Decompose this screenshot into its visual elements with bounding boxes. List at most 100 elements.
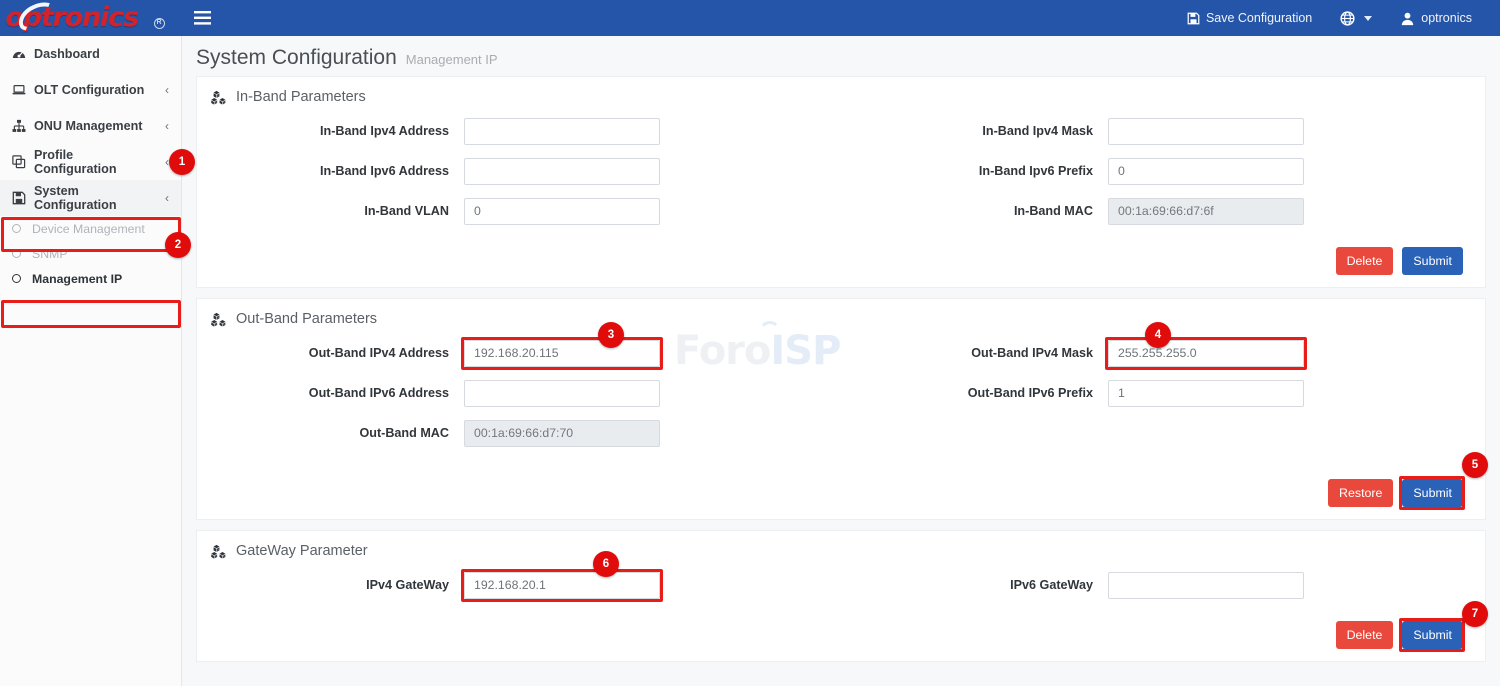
sidebar-item-profile-configuration[interactable]: Profile Configuration ‹ — [0, 144, 181, 180]
sidebar-item-label: Dashboard — [34, 47, 163, 61]
field-in-band-ipv4-address: In-Band Ipv4 Address — [197, 118, 841, 145]
gateway-delete-button[interactable]: Delete — [1336, 621, 1394, 649]
laptop-icon — [12, 83, 34, 97]
field-label: Out-Band IPv6 Address — [197, 386, 464, 400]
field-label: In-Band VLAN — [197, 204, 464, 218]
sidebar-item-system-configuration[interactable]: System Configuration ‹ — [0, 180, 181, 216]
out-band-submit-button[interactable]: Submit — [1402, 479, 1463, 507]
in-band-button-row: Delete Submit — [197, 231, 1485, 289]
out-band-ipv4-mask-input[interactable] — [1108, 340, 1304, 367]
in-band-section-label: In-Band Parameters — [236, 89, 366, 105]
page-subtitle: Management IP — [406, 52, 498, 67]
in-band-section-title: In-Band Parameters — [197, 77, 1485, 111]
circle-bullet-icon — [12, 249, 32, 258]
in-band-ipv6-address-input[interactable] — [464, 158, 660, 185]
sitemap-icon — [12, 119, 34, 133]
out-band-parameters-card: Out-Band Parameters Out-Band IPv4 Addres… — [196, 298, 1486, 520]
out-band-ipv4-address-input[interactable] — [464, 340, 660, 367]
sidebar-subitem-label: SNMP — [32, 247, 68, 261]
gateway-section-label: GateWay Parameter — [236, 543, 368, 559]
gateway-submit-button[interactable]: Submit — [1402, 621, 1463, 649]
sidebar-subitem-snmp[interactable]: SNMP — [0, 241, 181, 266]
annotation-badge-4: 4 — [1145, 322, 1171, 348]
form-row: Out-Band MAC — [197, 413, 1485, 453]
dashboard-icon — [12, 47, 34, 61]
field-ipv6-gateway: IPv6 GateWay — [841, 572, 1485, 599]
out-band-ipv6-prefix-input[interactable] — [1108, 380, 1304, 407]
field-out-band-ipv4-address: Out-Band IPv4 Address — [197, 340, 841, 367]
form-row: IPv4 GateWay IPv6 GateWay — [197, 565, 1485, 605]
form-row: In-Band Ipv6 Address In-Band Ipv6 Prefix — [197, 151, 1485, 191]
in-band-ipv4-mask-input[interactable] — [1108, 118, 1304, 145]
in-band-submit-button[interactable]: Submit — [1402, 247, 1463, 275]
sidebar-item-label: System Configuration — [34, 184, 159, 212]
cubes-icon — [211, 90, 227, 105]
out-band-restore-button[interactable]: Restore — [1328, 479, 1393, 507]
field-label: In-Band Ipv4 Address — [197, 124, 464, 138]
field-in-band-mac: In-Band MAC — [841, 198, 1485, 225]
in-band-parameters-card: In-Band Parameters In-Band Ipv4 Address … — [196, 76, 1486, 288]
chevron-left-icon: ‹ — [165, 119, 169, 133]
clone-icon — [12, 155, 34, 169]
main-content: System Configuration Management IP ForoI… — [182, 36, 1500, 686]
sidebar-subitem-label: Management IP — [32, 272, 122, 286]
language-selector[interactable] — [1326, 0, 1386, 36]
menu-toggle-icon[interactable] — [182, 0, 222, 36]
in-band-ipv4-address-input[interactable] — [464, 118, 660, 145]
sidebar-item-onu-management[interactable]: ONU Management ‹ — [0, 108, 181, 144]
gateway-button-row: Delete Submit — [197, 605, 1485, 663]
brand-logo[interactable]: optronics R — [0, 0, 182, 36]
field-label: Out-Band IPv4 Address — [197, 346, 464, 360]
annotation-badge-5: 5 — [1462, 452, 1488, 478]
field-ipv4-gateway: IPv4 GateWay — [197, 572, 841, 599]
user-menu[interactable]: optronics — [1386, 0, 1486, 36]
page-title: System Configuration — [196, 46, 397, 70]
registered-trademark-icon: R — [154, 18, 165, 29]
save-configuration-button[interactable]: Save Configuration — [1173, 0, 1326, 36]
save-disk-icon — [12, 191, 34, 205]
form-row: Out-Band IPv4 Address Out-Band IPv4 Mask — [197, 333, 1485, 373]
field-label: In-Band Ipv6 Prefix — [841, 164, 1108, 178]
sidebar-subitem-label: Device Management — [32, 222, 145, 236]
sidebar-subitem-management-ip[interactable]: Management IP — [0, 266, 181, 291]
chevron-left-icon: ‹ — [165, 83, 169, 97]
save-configuration-label: Save Configuration — [1206, 11, 1312, 25]
field-in-band-ipv4-mask: In-Band Ipv4 Mask — [841, 118, 1485, 145]
sidebar-item-dashboard[interactable]: Dashboard — [0, 36, 181, 72]
annotation-badge-7: 7 — [1462, 601, 1488, 627]
chevron-left-icon: ‹ — [165, 191, 169, 205]
user-avatar-icon — [1400, 11, 1415, 26]
out-band-ipv6-address-input[interactable] — [464, 380, 660, 407]
in-band-delete-button[interactable]: Delete — [1336, 247, 1394, 275]
sidebar-subitem-device-management[interactable]: Device Management — [0, 216, 181, 241]
form-row: Out-Band IPv6 Address Out-Band IPv6 Pref… — [197, 373, 1485, 413]
out-band-mac-input — [464, 420, 660, 447]
save-disk-icon — [1187, 12, 1200, 25]
in-band-ipv6-prefix-input[interactable] — [1108, 158, 1304, 185]
field-label: Out-Band IPv6 Prefix — [841, 386, 1108, 400]
field-label: In-Band Ipv4 Mask — [841, 124, 1108, 138]
field-in-band-vlan: In-Band VLAN — [197, 198, 841, 225]
out-band-section-title: Out-Band Parameters — [197, 299, 1485, 333]
field-label: In-Band Ipv6 Address — [197, 164, 464, 178]
cubes-icon — [211, 312, 227, 327]
form-row: In-Band Ipv4 Address In-Band Ipv4 Mask — [197, 111, 1485, 151]
sidebar-item-olt-configuration[interactable]: OLT Configuration ‹ — [0, 72, 181, 108]
field-in-band-ipv6-prefix: In-Band Ipv6 Prefix — [841, 158, 1485, 185]
ipv4-gateway-input[interactable] — [464, 572, 660, 599]
ipv6-gateway-input[interactable] — [1108, 572, 1304, 599]
sidebar-item-label: ONU Management — [34, 119, 159, 133]
annotation-badge-2: 2 — [165, 232, 191, 258]
gateway-section-title: GateWay Parameter — [197, 531, 1485, 565]
in-band-vlan-input[interactable] — [464, 198, 660, 225]
annotation-badge-3: 3 — [598, 322, 624, 348]
sidebar-item-label: Profile Configuration — [34, 148, 159, 176]
circle-bullet-icon — [12, 274, 32, 283]
user-name-label: optronics — [1421, 11, 1472, 25]
page-header: System Configuration Management IP — [182, 36, 1500, 76]
out-band-section-label: Out-Band Parameters — [236, 311, 377, 327]
field-label: IPv6 GateWay — [841, 578, 1108, 592]
field-label: Out-Band IPv4 Mask — [841, 346, 1108, 360]
sidebar-nav: Dashboard OLT Configuration ‹ — [0, 36, 182, 686]
field-label: Out-Band MAC — [197, 426, 464, 440]
